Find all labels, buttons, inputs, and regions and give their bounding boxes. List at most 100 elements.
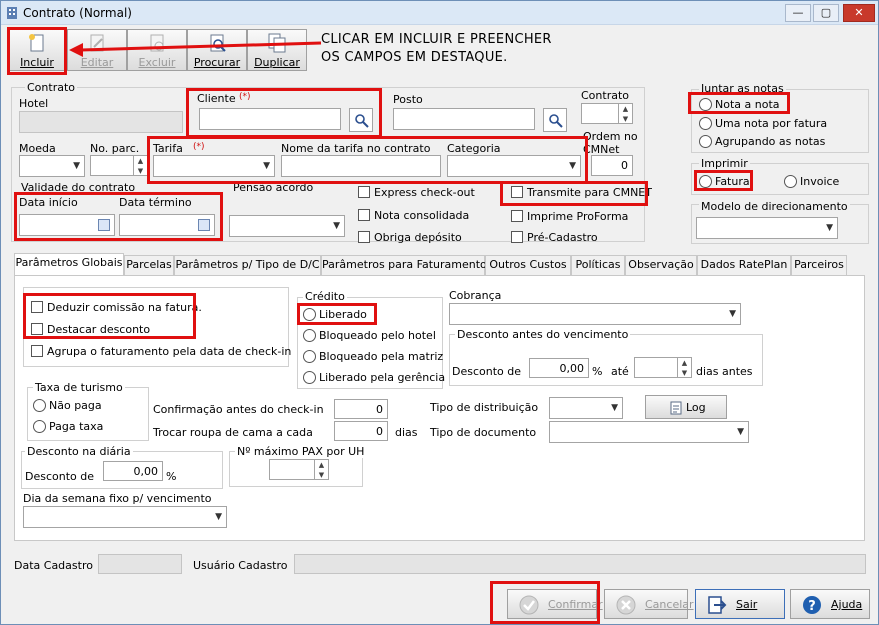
dias-antes-spin[interactable]: ▲ ▼ <box>634 357 692 378</box>
data-termino-field[interactable] <box>119 214 215 236</box>
deduzir-checkbox[interactable] <box>31 301 43 313</box>
nota-consolidada-checkbox[interactable] <box>358 209 370 221</box>
tab-dados-rateplan[interactable]: Dados RatePlan <box>697 255 791 275</box>
contract-window: Contrato (Normal) — ▢ ✕ Incluir Editar E… <box>0 0 879 625</box>
agrupa-checkbox[interactable] <box>31 345 43 357</box>
spin-up-icon[interactable]: ▲ <box>133 156 147 166</box>
sair-button[interactable]: Sair <box>695 589 785 619</box>
chevron-down-icon: ▼ <box>263 161 270 171</box>
desconto-diaria-field[interactable]: 0,00 <box>103 461 163 481</box>
calendar-icon[interactable] <box>98 219 110 231</box>
ordem-cmnet-label: Ordem no CMNet <box>583 130 638 156</box>
log-icon <box>670 401 682 415</box>
confirmacao-field[interactable]: 0 <box>334 399 388 419</box>
chevron-down-icon: ▼ <box>569 161 576 171</box>
express-checkout-checkbox[interactable] <box>358 186 370 198</box>
hotel-field[interactable] <box>19 111 183 133</box>
max-pax-spin[interactable]: ▲ ▼ <box>269 459 329 480</box>
no-parc-spin[interactable]: ▲ ▼ <box>90 155 148 176</box>
maximize-button[interactable]: ▢ <box>813 4 839 22</box>
spin-down-icon[interactable]: ▼ <box>618 114 632 124</box>
cancelar-button[interactable]: Cancelar <box>604 589 694 619</box>
percent-label: % <box>166 470 177 483</box>
chevron-down-icon: ▼ <box>611 403 618 413</box>
bloqueado-matriz-label: Bloqueado pela matriz <box>319 350 444 363</box>
calendar-icon[interactable] <box>198 219 210 231</box>
contrato-spin[interactable]: ▲ ▼ <box>581 103 633 124</box>
exit-icon <box>708 596 727 614</box>
close-button[interactable]: ✕ <box>843 4 875 22</box>
posto-field[interactable] <box>393 108 535 130</box>
tarifa-select[interactable]: ▼ <box>153 155 275 177</box>
nota-a-nota-radio[interactable] <box>699 98 712 111</box>
nome-tarifa-field[interactable] <box>281 155 441 177</box>
confirmacao-label: Confirmação antes do check-in <box>153 403 324 416</box>
instruction-text: CLICAR EM INCLUIR E PREENCHER OS CAMPOS … <box>321 32 552 65</box>
obriga-deposito-label: Obriga depósito <box>374 231 462 244</box>
spin-up-icon[interactable]: ▲ <box>677 358 691 368</box>
window-title: Contrato (Normal) <box>23 6 132 20</box>
nome-tarifa-label: Nome da tarifa no contrato <box>281 142 431 155</box>
pensao-select[interactable]: ▼ <box>229 215 345 237</box>
desconto-diaria-label: Desconto de <box>25 470 95 483</box>
obriga-deposito-checkbox[interactable] <box>358 231 370 243</box>
categoria-select[interactable]: ▼ <box>447 155 581 177</box>
usuario-cadastro-label: Usuário Cadastro <box>193 559 288 572</box>
app-icon <box>7 7 17 19</box>
confirmar-button[interactable]: Confirmar <box>507 589 603 619</box>
tab-parametros-faturamento[interactable]: Parâmetros para Faturamento <box>321 255 487 275</box>
bloqueado-hotel-radio[interactable] <box>303 329 316 342</box>
invoice-radio[interactable] <box>784 175 797 188</box>
tab-outros-custos[interactable]: Outros Custos <box>485 255 571 275</box>
spin-down-icon[interactable]: ▼ <box>133 166 147 176</box>
tab-parametros-tipo-dc[interactable]: Parâmetros p/ Tipo de D/C <box>174 255 321 275</box>
incluir-button[interactable]: Incluir <box>7 29 67 71</box>
ordem-cmnet-field[interactable]: 0 <box>591 155 633 176</box>
tab-observacao[interactable]: Observação <box>625 255 697 275</box>
spin-down-icon[interactable]: ▼ <box>314 470 328 480</box>
paga-taxa-radio[interactable] <box>33 420 46 433</box>
usuario-cadastro-field <box>294 554 866 574</box>
tipo-distribuicao-select[interactable]: ▼ <box>549 397 623 419</box>
tab-parceiros[interactable]: Parceiros <box>791 255 847 275</box>
tab-politicas[interactable]: Políticas <box>571 255 625 275</box>
liberado-radio[interactable] <box>303 308 316 321</box>
ajuda-button[interactable]: ? Ajuda <box>790 589 870 619</box>
log-button[interactable]: Log <box>645 395 727 419</box>
close-icon: ✕ <box>854 6 864 19</box>
liberado-gerencia-radio[interactable] <box>303 371 316 384</box>
spin-down-icon[interactable]: ▼ <box>677 368 691 378</box>
posto-search-button[interactable] <box>543 108 567 132</box>
cliente-required-mark: (*) <box>239 92 251 102</box>
spin-up-icon[interactable]: ▲ <box>618 104 632 114</box>
minimize-button[interactable]: — <box>785 4 811 22</box>
tipo-documento-select[interactable]: ▼ <box>549 421 749 443</box>
modelo-direcionamento-select[interactable]: ▼ <box>696 217 838 239</box>
imprime-proforma-checkbox[interactable] <box>511 210 523 222</box>
imprimir-title: Imprimir <box>699 157 750 170</box>
spin-up-icon[interactable]: ▲ <box>314 460 328 470</box>
trocar-roupa-field[interactable]: 0 <box>334 421 388 441</box>
search-icon <box>549 114 563 128</box>
agrupando-notas-radio[interactable] <box>699 135 712 148</box>
dia-semana-select[interactable]: ▼ <box>23 506 227 528</box>
cliente-search-button[interactable] <box>349 108 373 132</box>
transmite-cmnet-checkbox[interactable] <box>511 186 523 198</box>
chevron-down-icon: ▼ <box>729 309 736 319</box>
fatura-radio[interactable] <box>699 175 712 188</box>
desconto-vencimento-field[interactable]: 0,00 <box>529 358 589 378</box>
uma-nota-por-fatura-radio[interactable] <box>699 117 712 130</box>
tab-parcelas[interactable]: Parcelas <box>124 255 174 275</box>
destacar-checkbox[interactable] <box>31 323 43 335</box>
help-icon: ? <box>803 596 821 614</box>
data-inicio-field[interactable] <box>19 214 115 236</box>
pre-cadastro-checkbox[interactable] <box>511 231 523 243</box>
bloqueado-matriz-radio[interactable] <box>303 350 316 363</box>
cobranca-select[interactable]: ▼ <box>449 303 741 325</box>
moeda-select[interactable]: ▼ <box>19 155 85 177</box>
pensao-label: Pensão acordo <box>233 181 314 194</box>
tab-parametros-globais[interactable]: Parâmetros Globais <box>14 253 124 275</box>
cliente-field[interactable] <box>199 108 341 130</box>
max-pax-label: Nº máximo PAX por UH <box>235 445 367 458</box>
nao-paga-radio[interactable] <box>33 399 46 412</box>
